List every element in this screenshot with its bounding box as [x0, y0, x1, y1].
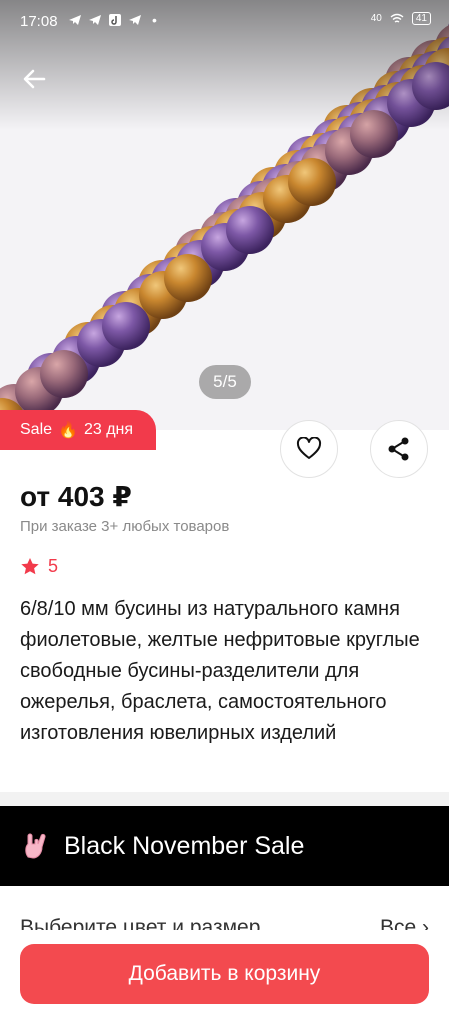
- sale-days: 23 дня: [83, 421, 134, 438]
- bead: [40, 350, 88, 398]
- telegram-icon: [69, 15, 81, 25]
- bead: [102, 302, 150, 350]
- product-title: 6/8/10 мм бусины из натурального камня ф…: [20, 598, 420, 744]
- bead: [226, 206, 274, 254]
- system-icons: 40 41: [371, 12, 431, 25]
- music-app-icon: [109, 14, 121, 26]
- rock-hand-icon: [25, 833, 46, 859]
- promo-banner[interactable]: Black November Sale: [0, 806, 449, 886]
- gallery-counter: 5/5: [199, 365, 251, 399]
- product-price: от 403 ₽: [20, 481, 132, 512]
- rating-value: 5: [48, 556, 59, 576]
- price-note: При заказе 3+ любых товаров: [20, 518, 230, 535]
- bottom-action-bar: Добавить в корзину: [0, 930, 449, 1024]
- fire-icon: 🔥: [58, 422, 78, 439]
- share-icon: [388, 437, 409, 461]
- bead: [288, 158, 336, 206]
- favorite-button[interactable]: [280, 420, 338, 478]
- notification-icons: •: [68, 12, 157, 28]
- heart-icon: [296, 437, 322, 459]
- status-time: 17:08: [20, 13, 58, 30]
- more-notifications-dot: •: [152, 12, 157, 28]
- add-to-cart-button[interactable]: Добавить в корзину: [20, 944, 429, 1004]
- bead: [164, 254, 212, 302]
- product-rating[interactable]: 5: [20, 556, 58, 577]
- star-icon: [21, 558, 39, 575]
- battery-icon: 41: [411, 12, 431, 25]
- wifi-icon: [390, 13, 404, 23]
- back-arrow-icon[interactable]: [18, 62, 52, 96]
- promo-label: Black November Sale: [64, 831, 305, 860]
- share-button[interactable]: [370, 420, 428, 478]
- status-bar: 17:08 • 40 41: [0, 0, 449, 44]
- signal-icon: 40: [370, 13, 382, 24]
- sale-badge: Sale 🔥 23 дня: [0, 410, 156, 450]
- sale-label: Sale: [20, 421, 53, 438]
- section-divider: [0, 792, 449, 806]
- telegram-icon: [89, 15, 101, 25]
- telegram-icon: [129, 15, 141, 25]
